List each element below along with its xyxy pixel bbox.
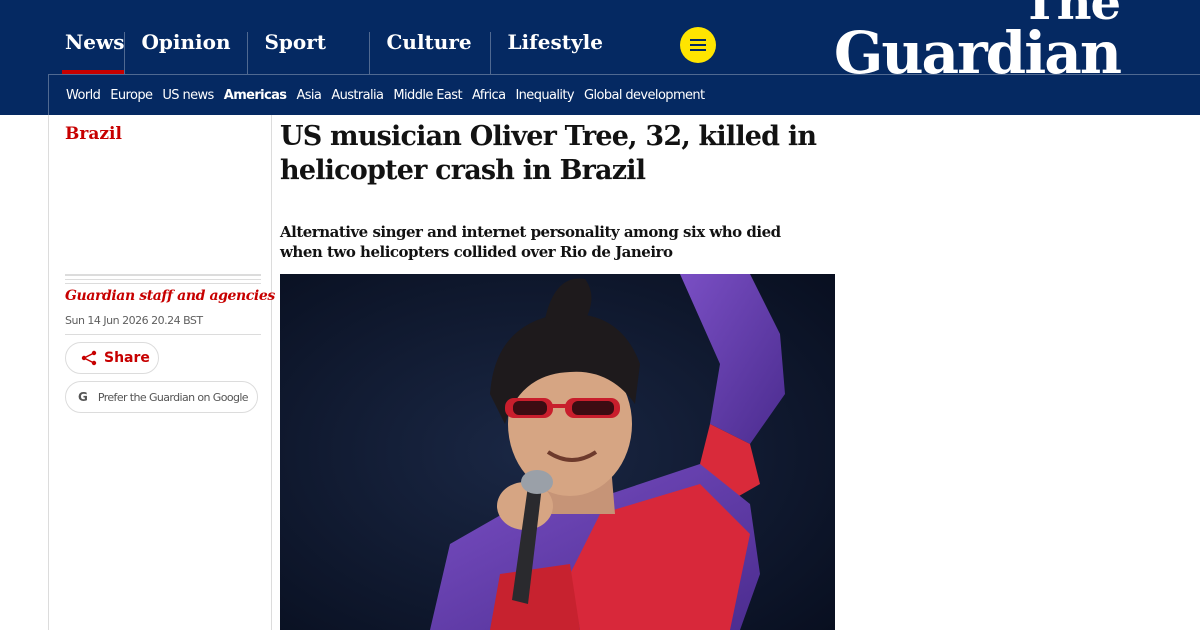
share-label: Share: [104, 350, 150, 366]
subnav-africa[interactable]: Africa: [472, 88, 506, 103]
share-button[interactable]: Share: [65, 342, 159, 374]
pillar-opinion[interactable]: Opinion: [124, 0, 247, 74]
pillar-news[interactable]: News: [48, 0, 125, 74]
subnav-world[interactable]: World: [66, 88, 101, 103]
hamburger-bar: [690, 44, 706, 46]
pillar-nav: News Opinion Sport Culture Lifestyle: [48, 0, 612, 74]
article-headline: US musician Oliver Tree, 32, killed in h…: [280, 121, 817, 186]
article-standfirst: Alternative singer and internet personal…: [280, 223, 781, 261]
left-gutter-rule: [48, 115, 49, 630]
subnav-inequality[interactable]: Inequality: [515, 88, 574, 103]
subnav-europe[interactable]: Europe: [110, 88, 153, 103]
prefer-guardian-google-button[interactable]: G Prefer the Guardian on Google: [65, 381, 258, 413]
hamburger-bar: [690, 49, 706, 51]
share-icon: [81, 350, 97, 366]
subnav-australia[interactable]: Australia: [331, 88, 384, 103]
google-icon: G: [78, 390, 88, 404]
section-label[interactable]: Brazil: [65, 124, 122, 144]
prefer-label: Prefer the Guardian on Google: [97, 390, 249, 404]
article-main-image: [280, 274, 835, 630]
byline[interactable]: Guardian staff and agencies: [65, 288, 275, 304]
meta-divider: [65, 274, 261, 286]
subnav-asia[interactable]: Asia: [296, 88, 321, 103]
sub-nav: World Europe US news Americas Asia Austr…: [48, 74, 1200, 115]
subnav-americas[interactable]: Americas: [224, 88, 287, 103]
meta-rule: [65, 334, 261, 335]
guardian-logo[interactable]: The Guardian: [834, 0, 1122, 82]
menu-button[interactable]: [680, 27, 716, 63]
column-divider: [271, 115, 272, 630]
pillar-sport[interactable]: Sport: [247, 0, 369, 74]
pillar-culture[interactable]: Culture: [369, 0, 490, 74]
subnav-us-news[interactable]: US news: [162, 88, 214, 103]
dateline: Sun 14 Jun 2026 20.24 BST: [65, 314, 203, 327]
site-header: News Opinion Sport Culture Lifestyle The…: [0, 0, 1200, 115]
subnav-middle-east[interactable]: Middle East: [393, 88, 462, 103]
hamburger-menu-icon: [690, 39, 706, 41]
pillar-lifestyle[interactable]: Lifestyle: [490, 0, 612, 74]
subnav-global-development[interactable]: Global development: [584, 88, 705, 103]
